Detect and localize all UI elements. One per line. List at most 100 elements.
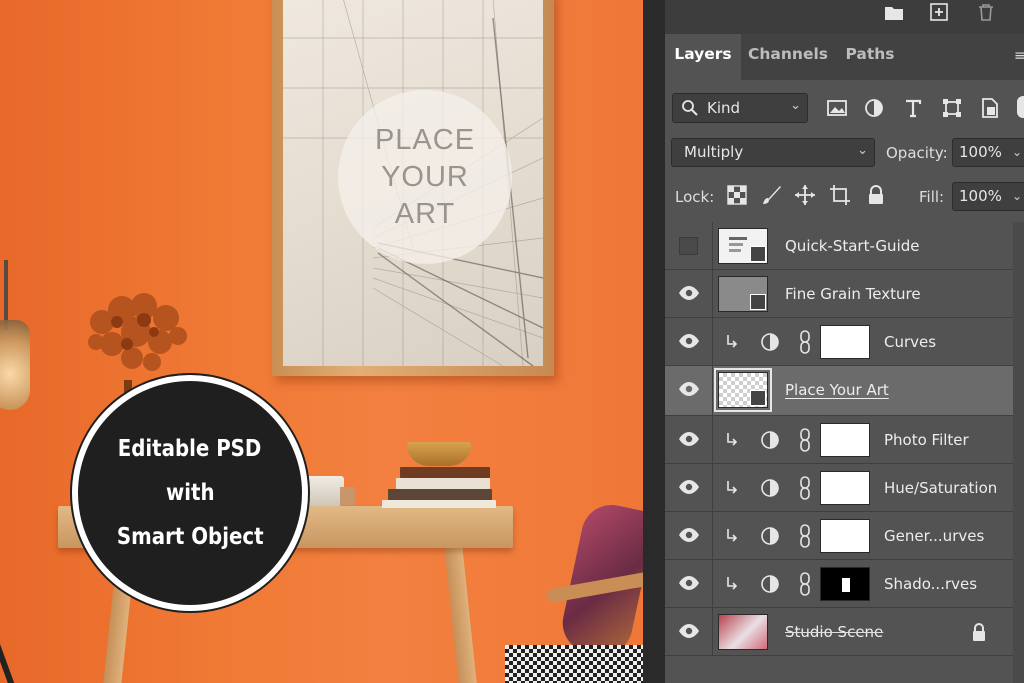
layer-name: Shado...rves [884, 575, 978, 593]
layers-list: Quick-Start-Guide Fine Grain Texture Cur… [665, 222, 1013, 683]
clipping-mask-icon [727, 335, 738, 348]
layer-filter-kind[interactable]: Kind ⌄ [672, 93, 808, 123]
art-line-1: PLACE [374, 123, 476, 156]
lock-position-icon[interactable] [794, 184, 816, 206]
chain-link-icon[interactable] [798, 476, 812, 500]
candle [340, 487, 355, 505]
layer-row-fine-grain-texture[interactable]: Fine Grain Texture [665, 270, 1013, 318]
layer-name: Fine Grain Texture [785, 285, 921, 303]
book [382, 500, 496, 508]
chevron-down-icon: ⌄ [857, 143, 868, 158]
layer-mask-thumbnail[interactable] [820, 325, 870, 359]
image-filter-icon[interactable] [825, 96, 849, 120]
badge-line-3: Smart Object [116, 524, 264, 550]
brass-bowl [407, 442, 471, 466]
opacity-input[interactable]: 100% [952, 138, 1012, 167]
trash-icon[interactable] [975, 2, 997, 22]
layer-name: Curves [884, 333, 937, 351]
adjustment-layer-icon [761, 333, 779, 351]
fill-label: Fill: [919, 188, 945, 206]
art-line-3: ART [394, 197, 456, 230]
fill-input[interactable]: 100% [952, 182, 1012, 211]
layer-thumbnail [718, 228, 768, 264]
adjustment-layer-icon [761, 479, 779, 497]
layer-row-studio-scene[interactable]: Studio Scene [665, 608, 1013, 656]
layer-row-gener-urves[interactable]: Gener...urves [665, 512, 1013, 560]
art-placeholder: PLACE YOUR ART [283, 0, 543, 366]
opacity-dropdown-icon[interactable]: ⌄ [1008, 138, 1024, 167]
layer-mask-thumbnail[interactable] [820, 471, 870, 505]
eye-icon[interactable] [678, 479, 700, 495]
book [388, 489, 492, 500]
blend-mode-value: Multiply [684, 143, 744, 161]
lock-all-icon[interactable] [865, 184, 887, 206]
layer-name: Quick-Start-Guide [785, 237, 920, 255]
layer-name: Photo Filter [884, 431, 969, 449]
opacity-value: 100% [959, 143, 1002, 161]
kind-label: Kind [707, 99, 741, 117]
eye-icon[interactable] [678, 575, 700, 591]
panel-top-bar [665, 0, 1024, 34]
new-group-icon[interactable] [883, 2, 905, 22]
chain-link-icon[interactable] [798, 330, 812, 354]
clipping-mask-icon [727, 481, 738, 494]
adjustment-layer-icon [761, 575, 779, 593]
panel-tabs: Layers Channels Paths ≡ [665, 34, 1024, 80]
checkered-chair-seat [505, 645, 643, 683]
layer-mask-thumbnail[interactable] [820, 423, 870, 457]
chevron-down-icon: ⌄ [790, 98, 801, 113]
lock-transparent-pixels-icon[interactable] [726, 184, 748, 206]
layer-mask-thumbnail[interactable] [820, 519, 870, 553]
layer-row-place-your-art[interactable]: Place Your Art [665, 366, 1013, 416]
lock-label: Lock: [675, 188, 715, 206]
layer-row-quick-start-guide[interactable]: Quick-Start-Guide [665, 222, 1013, 270]
smart-object-filter-icon[interactable] [978, 96, 1002, 120]
desk-leg-right [444, 544, 478, 683]
layer-row-curves[interactable]: Curves [665, 318, 1013, 366]
art-line-2: YOUR [381, 160, 469, 193]
eye-icon[interactable] [678, 623, 700, 639]
fill-value: 100% [959, 187, 1002, 205]
dried-flowers [88, 293, 187, 371]
chain-link-icon[interactable] [798, 428, 812, 452]
layer-name: Gener...urves [884, 527, 985, 545]
layers-scrollbar[interactable] [1013, 222, 1024, 683]
chain-link-icon[interactable] [798, 572, 812, 596]
eye-icon[interactable] [678, 285, 700, 301]
tab-channels[interactable]: Channels [741, 34, 835, 80]
blend-mode-select[interactable]: Multiply ⌄ [671, 138, 875, 167]
chain-link-icon[interactable] [798, 524, 812, 548]
adjustment-filter-icon[interactable] [862, 96, 886, 120]
eye-icon[interactable] [678, 333, 700, 349]
promo-badge: Editable PSD with Smart Object [72, 375, 308, 611]
type-filter-icon[interactable] [901, 96, 925, 120]
layers-panel: Layers Channels Paths ≡ Kind ⌄ Multiply … [665, 0, 1024, 683]
tab-paths[interactable]: Paths [835, 34, 905, 80]
shape-filter-icon[interactable] [940, 96, 964, 120]
search-icon [682, 100, 698, 116]
layer-thumbnail [714, 368, 772, 412]
layer-row-shado-rves[interactable]: Shado...rves [665, 560, 1013, 608]
panel-menu-icon[interactable]: ≡ [1014, 48, 1024, 64]
layer-thumbnail [718, 276, 768, 312]
lock-artboard-icon[interactable] [829, 184, 851, 206]
tab-layers[interactable]: Layers [665, 34, 741, 80]
eye-icon[interactable] [678, 527, 700, 543]
adjustment-layer-icon [761, 431, 779, 449]
layer-row-hue-saturation[interactable]: Hue/Saturation [665, 464, 1013, 512]
filter-toggle[interactable] [1017, 96, 1024, 118]
new-layer-icon[interactable] [928, 2, 950, 22]
lock-icon [973, 623, 985, 641]
layer-row-photo-filter[interactable]: Photo Filter [665, 416, 1013, 464]
eye-icon[interactable] [678, 431, 700, 447]
layer-thumbnail [718, 614, 768, 650]
layer-mask-thumbnail[interactable] [820, 567, 870, 601]
book [400, 467, 490, 478]
layer-name: Place Your Art [785, 381, 889, 399]
eye-icon[interactable] [678, 381, 700, 397]
fill-dropdown-icon[interactable]: ⌄ [1008, 182, 1024, 211]
visibility-toggle-off[interactable] [679, 237, 698, 255]
clipping-mask-icon [727, 529, 738, 542]
lock-image-pixels-icon[interactable] [761, 184, 783, 206]
book [396, 478, 490, 489]
